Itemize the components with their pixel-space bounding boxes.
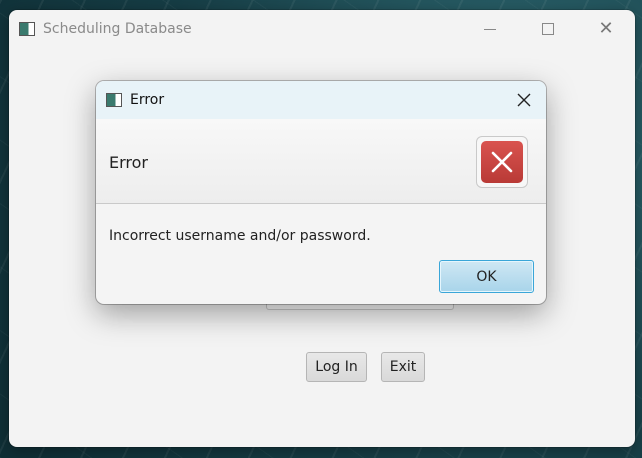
dialog-titlebar: Error xyxy=(96,81,546,119)
minimize-icon xyxy=(484,28,496,30)
dialog-title: Error xyxy=(130,92,165,108)
minimize-button[interactable] xyxy=(461,10,519,48)
dialog-close-button[interactable] xyxy=(506,84,542,116)
window-title: Scheduling Database xyxy=(43,21,192,37)
ok-button[interactable]: OK xyxy=(439,260,534,293)
window-controls: ✕ xyxy=(461,10,635,48)
dialog-header-text: Error xyxy=(109,153,148,172)
dialog-message: Incorrect username and/or password. xyxy=(109,228,371,244)
close-icon: ✕ xyxy=(598,18,614,39)
app-icon xyxy=(19,22,35,36)
main-titlebar: Scheduling Database ✕ xyxy=(9,10,635,48)
maximize-button[interactable] xyxy=(519,10,577,48)
error-dialog: Error Error Incorrect username and/or pa… xyxy=(96,81,546,304)
maximize-icon xyxy=(542,23,554,35)
dialog-app-icon xyxy=(106,93,122,107)
dialog-header: Error xyxy=(96,119,546,204)
error-badge xyxy=(476,136,528,188)
login-button[interactable]: Log In xyxy=(306,352,367,382)
close-icon xyxy=(517,93,531,107)
exit-button[interactable]: Exit xyxy=(381,352,425,382)
close-button[interactable]: ✕ xyxy=(577,10,635,48)
error-x-icon xyxy=(481,141,523,183)
